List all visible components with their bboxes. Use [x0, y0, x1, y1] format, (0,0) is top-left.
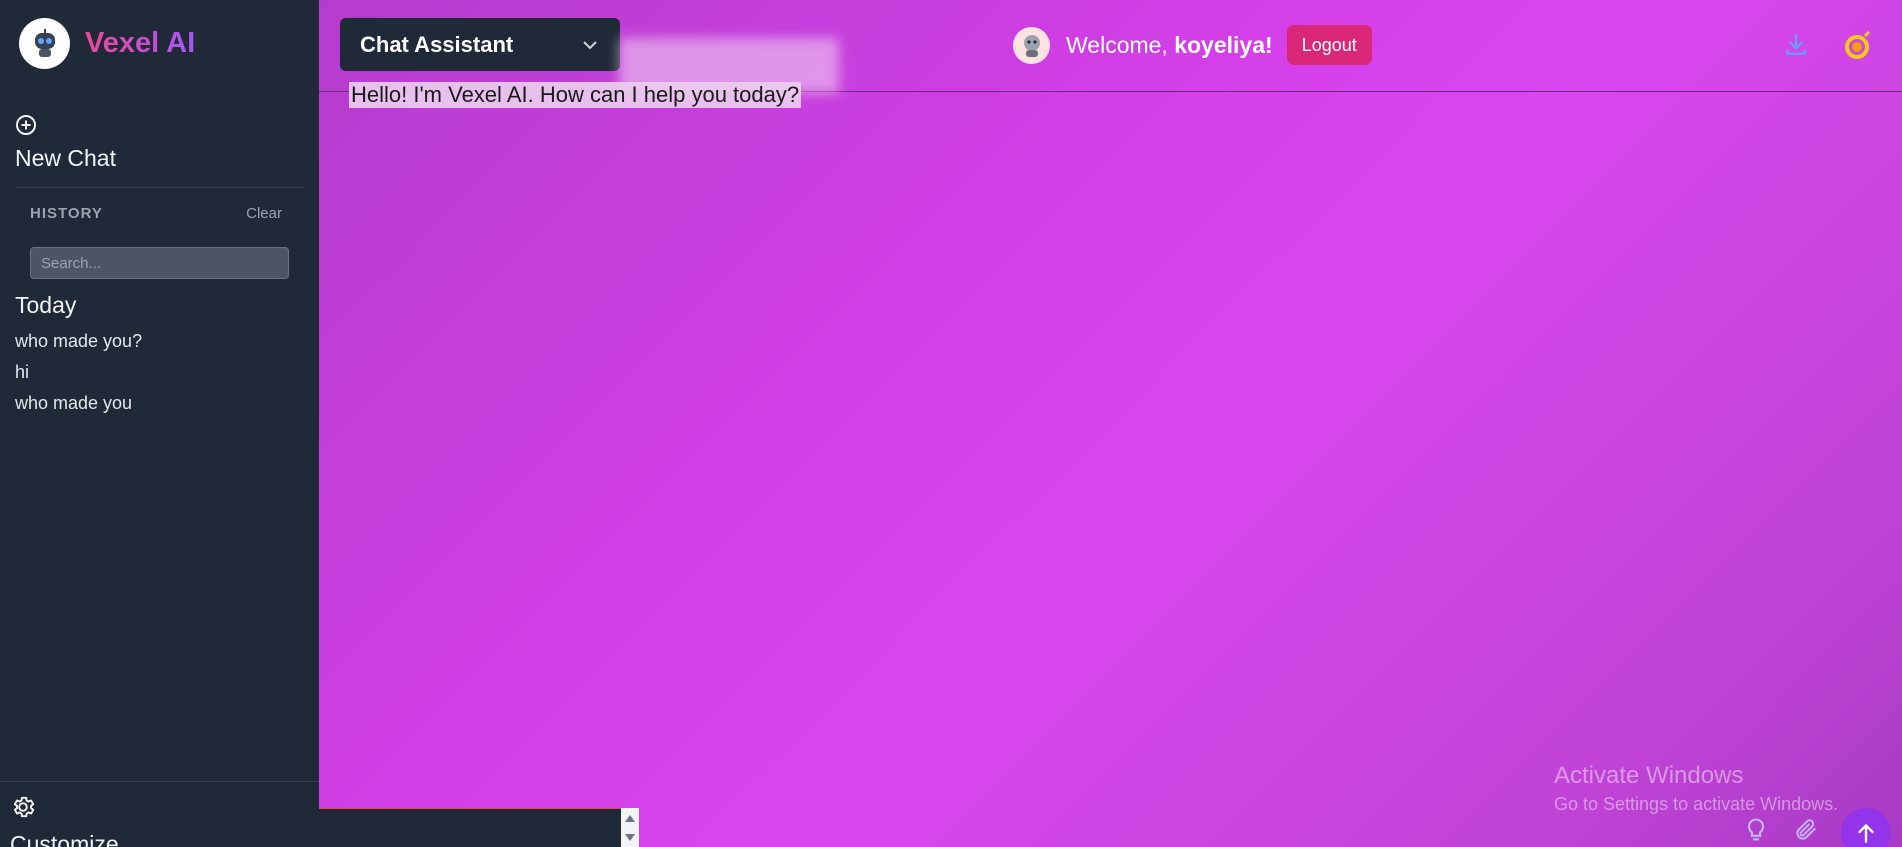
lightbulb-icon: [1747, 818, 1765, 841]
new-chat-button[interactable]: New Chat: [15, 114, 116, 172]
welcome-suffix: !: [1265, 31, 1273, 58]
history-header: HISTORY Clear: [30, 205, 282, 222]
history-item[interactable]: who made you: [15, 391, 142, 422]
customize-label: Customize: [10, 831, 119, 847]
username: koyeliya: [1174, 31, 1266, 58]
clear-history-button[interactable]: Clear: [246, 205, 282, 222]
plus-circle-icon: [16, 115, 36, 135]
send-button[interactable]: [1841, 808, 1891, 847]
download-icon: [1786, 34, 1806, 55]
download-button[interactable]: [1781, 30, 1811, 60]
watermark-subtitle: Go to Settings to activate Windows.: [1554, 794, 1839, 814]
brand-name: Vexel AI: [85, 27, 196, 59]
welcome-prefix: Welcome,: [1066, 31, 1175, 58]
avatar-icon: [1023, 35, 1040, 57]
history-list: who made you? hi who made you: [15, 329, 142, 422]
sidebar-divider: [15, 187, 304, 188]
customize-button[interactable]: Customize: [10, 794, 119, 847]
history-search-input[interactable]: [30, 247, 289, 279]
history-item[interactable]: who made you?: [15, 329, 142, 360]
model-selector[interactable]: Chat Assistant: [340, 18, 620, 71]
new-chat-label: New Chat: [15, 145, 116, 171]
history-item[interactable]: hi: [15, 360, 142, 391]
chevron-down-icon: [583, 40, 597, 49]
watermark-title: Activate Windows: [1554, 762, 1744, 789]
welcome-text: Welcome, koyeliya!: [1066, 32, 1273, 59]
avatar[interactable]: [1013, 26, 1050, 64]
input-scrollbar[interactable]: [621, 808, 639, 847]
sidebar: Vexel AI New Chat HISTORY Clear Today wh…: [0, 0, 319, 847]
attach-button[interactable]: [1791, 815, 1821, 845]
theme-toggle-button[interactable]: [1839, 28, 1875, 64]
scroll-up-icon[interactable]: [625, 815, 635, 822]
brand[interactable]: Vexel AI: [19, 18, 195, 69]
model-selected-label: Chat Assistant: [360, 31, 514, 57]
sun-cloud-icon: [1845, 30, 1871, 59]
gear-icon: [13, 796, 35, 818]
arrow-up-icon: [1858, 824, 1874, 843]
robot-icon: [19, 18, 70, 69]
activate-windows-watermark: Activate Windows Go to Settings to activ…: [1554, 762, 1838, 815]
message-input[interactable]: [319, 808, 639, 847]
history-title: HISTORY: [30, 205, 103, 222]
assistant-greeting: Hello! I'm Vexel AI. How can I help you …: [349, 82, 802, 108]
chat-main: Chat Assistant Welcome, koyeliya! Logout: [319, 0, 1902, 847]
sidebar-bottom-divider: [0, 781, 319, 782]
history-group-today: Today: [15, 292, 77, 318]
user-welcome: Welcome, koyeliya! Logout: [1013, 25, 1372, 65]
logout-button[interactable]: Logout: [1286, 25, 1372, 65]
suggestions-button[interactable]: [1741, 815, 1771, 845]
top-bar: Chat Assistant Welcome, koyeliya! Logout: [319, 0, 1902, 92]
scroll-down-icon[interactable]: [625, 834, 635, 841]
paperclip-icon: [1796, 819, 1816, 840]
